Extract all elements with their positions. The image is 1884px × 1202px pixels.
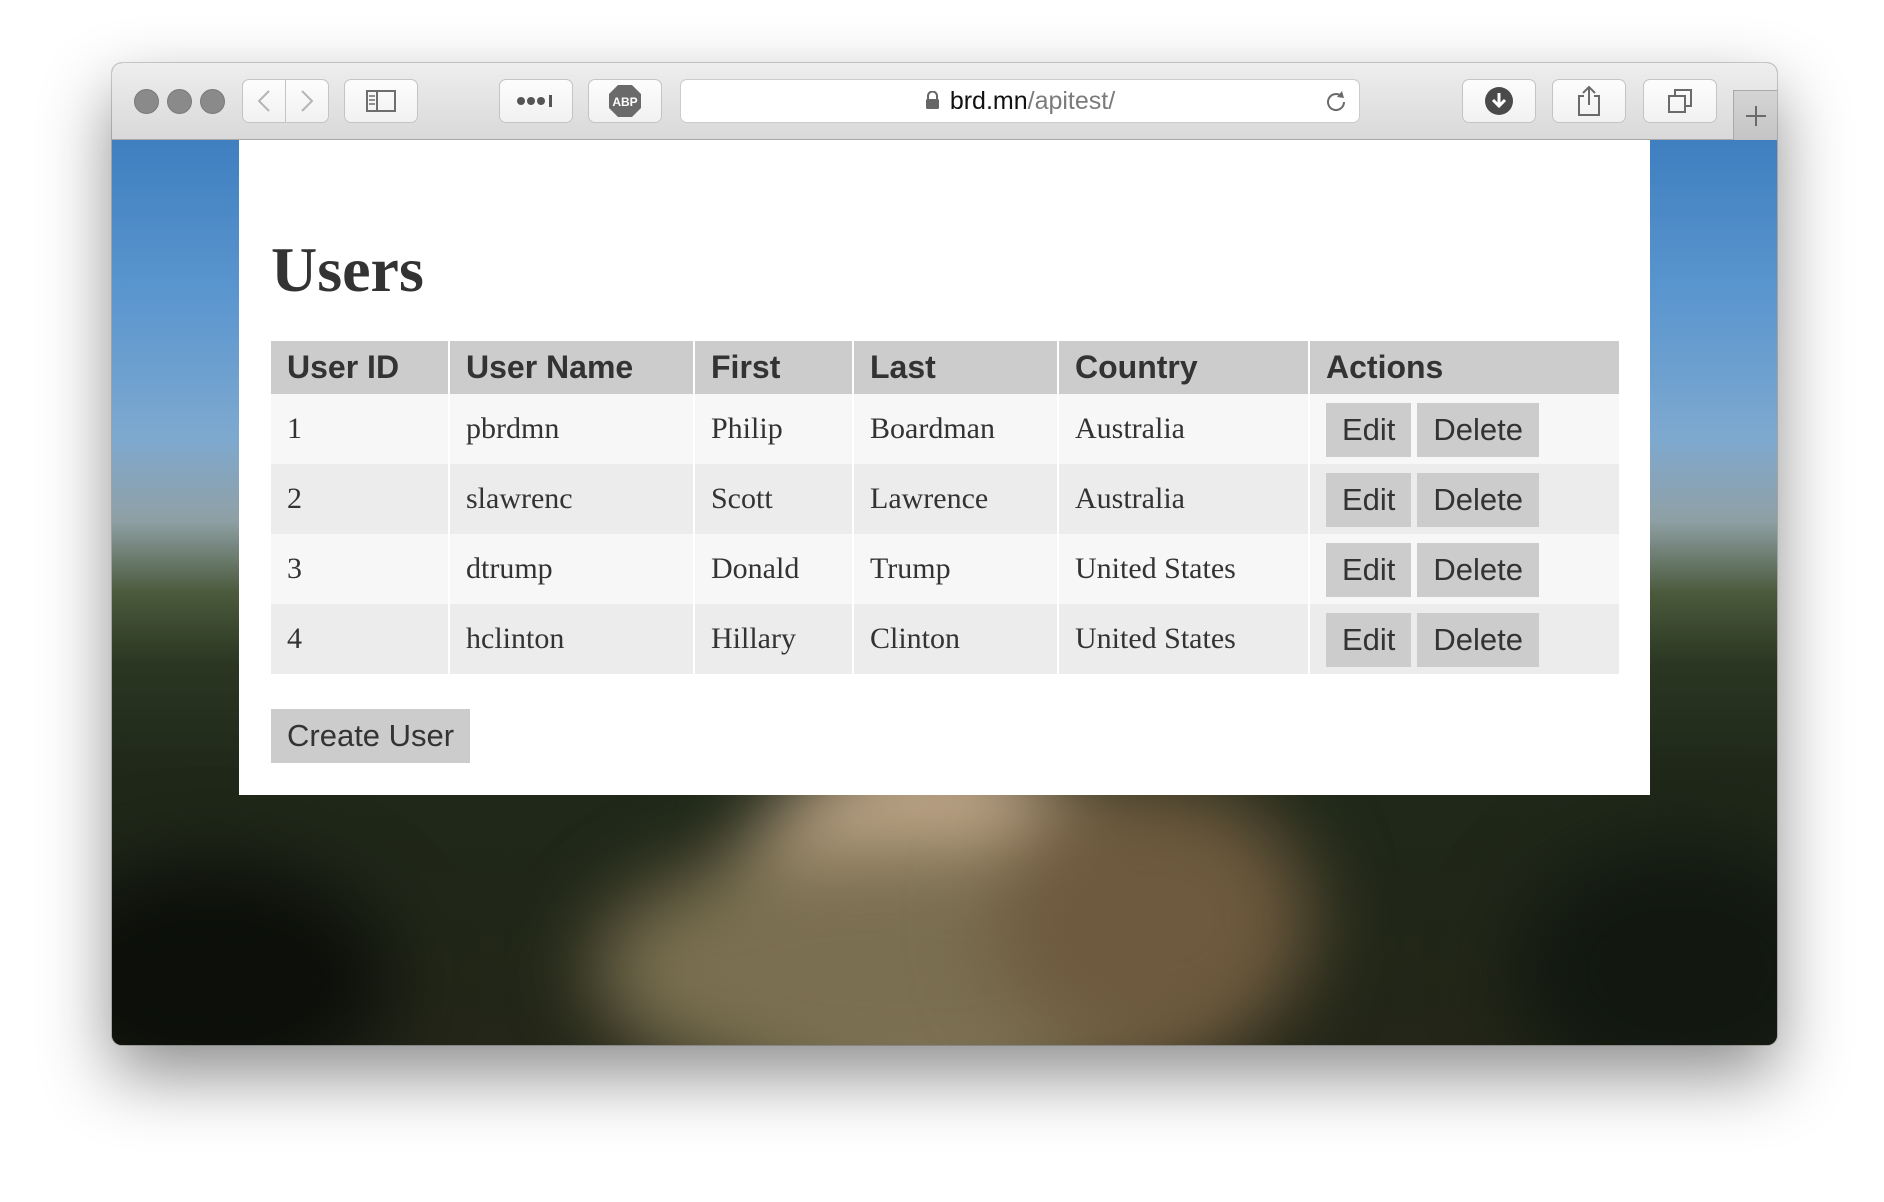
back-button[interactable] [242, 79, 286, 123]
download-icon [1485, 87, 1513, 115]
tabs-overview-button[interactable] [1643, 79, 1717, 123]
delete-button[interactable]: Delete [1417, 473, 1540, 527]
column-header-user-id: User ID [271, 341, 449, 394]
cell-user-id: 4 [271, 604, 449, 674]
cell-country: Australia [1057, 464, 1309, 534]
cell-user-name: slawrenc [448, 464, 694, 534]
adblock-button[interactable]: ABP [588, 79, 662, 123]
edit-button[interactable]: Edit [1326, 613, 1412, 667]
delete-button[interactable]: Delete [1417, 613, 1540, 667]
cell-actions: Edit Delete [1308, 394, 1619, 464]
address-bar[interactable]: brd.mn/apitest/ [680, 79, 1360, 123]
close-window-button[interactable] [134, 89, 159, 114]
cell-last: Lawrence [852, 464, 1058, 534]
cell-user-id: 2 [271, 464, 449, 534]
users-table: User ID User Name First Last Country Act… [271, 341, 1619, 674]
url-domain: brd.mn [949, 86, 1028, 115]
edit-button[interactable]: Edit [1326, 543, 1412, 597]
share-icon [1578, 85, 1600, 116]
cell-country: United States [1057, 534, 1309, 604]
delete-button[interactable]: Delete [1417, 543, 1540, 597]
cell-user-name: pbrdmn [448, 394, 694, 464]
cell-country: United States [1057, 604, 1309, 674]
cell-user-id: 1 [271, 394, 449, 464]
table-row: 4 hclinton Hillary Clinton United States… [271, 604, 1619, 674]
cell-first: Donald [693, 534, 853, 604]
minimize-window-button[interactable] [167, 89, 192, 114]
forward-button[interactable] [285, 79, 329, 123]
cell-first: Hillary [693, 604, 853, 674]
delete-button[interactable]: Delete [1417, 403, 1540, 457]
zoom-window-button[interactable] [200, 89, 225, 114]
cell-last: Boardman [852, 394, 1058, 464]
cell-first: Scott [693, 464, 853, 534]
tabs-icon [1668, 89, 1692, 113]
lock-icon [925, 90, 939, 109]
table-row: 3 dtrump Donald Trump United States Edit… [271, 534, 1619, 604]
cell-actions: Edit Delete [1308, 534, 1619, 604]
cell-user-id: 3 [271, 534, 449, 604]
table-row: 2 slawrenc Scott Lawrence Australia Edit… [271, 464, 1619, 534]
create-user-button[interactable]: Create User [271, 709, 471, 763]
plus-icon [1745, 105, 1766, 126]
edit-button[interactable]: Edit [1326, 403, 1412, 457]
cell-user-name: dtrump [448, 534, 694, 604]
chevron-right-icon [301, 90, 314, 112]
downloads-button[interactable] [1462, 79, 1536, 123]
browser-window: ABP brd.mn/apitest/ Users User ID User N… [112, 63, 1777, 1045]
cell-actions: Edit Delete [1308, 464, 1619, 534]
new-tab-button[interactable] [1733, 90, 1777, 140]
page-title: Users [271, 234, 424, 305]
table-row: 1 pbrdmn Philip Boardman Australia Edit D… [271, 394, 1619, 464]
sidebar-icon [366, 90, 396, 112]
column-header-user-name: User Name [448, 341, 694, 394]
adblock-icon: ABP [609, 85, 641, 117]
cell-last: Clinton [852, 604, 1058, 674]
cell-first: Philip [693, 394, 853, 464]
web-page: Users User ID User Name First Last Count… [239, 140, 1650, 795]
share-button[interactable] [1552, 79, 1626, 123]
cell-last: Trump [852, 534, 1058, 604]
cell-country: Australia [1057, 394, 1309, 464]
url-path: /apitest/ [1027, 86, 1116, 115]
browser-toolbar: ABP brd.mn/apitest/ [112, 63, 1777, 140]
url-text: brd.mn/apitest/ [681, 80, 1359, 122]
edit-button[interactable]: Edit [1326, 473, 1412, 527]
more-dots-icon [517, 95, 552, 107]
column-header-actions: Actions [1308, 341, 1619, 394]
column-header-last: Last [852, 341, 1058, 394]
column-header-first: First [693, 341, 853, 394]
cell-user-name: hclinton [448, 604, 694, 674]
chevron-left-icon [257, 90, 270, 112]
table-header-row: User ID User Name First Last Country Act… [271, 341, 1619, 394]
cell-actions: Edit Delete [1308, 604, 1619, 674]
reload-icon[interactable] [1323, 89, 1349, 115]
column-header-country: Country [1057, 341, 1309, 394]
extensions-button[interactable] [499, 79, 573, 123]
svg-text:ABP: ABP [612, 95, 637, 109]
sidebar-toggle-button[interactable] [344, 79, 418, 123]
